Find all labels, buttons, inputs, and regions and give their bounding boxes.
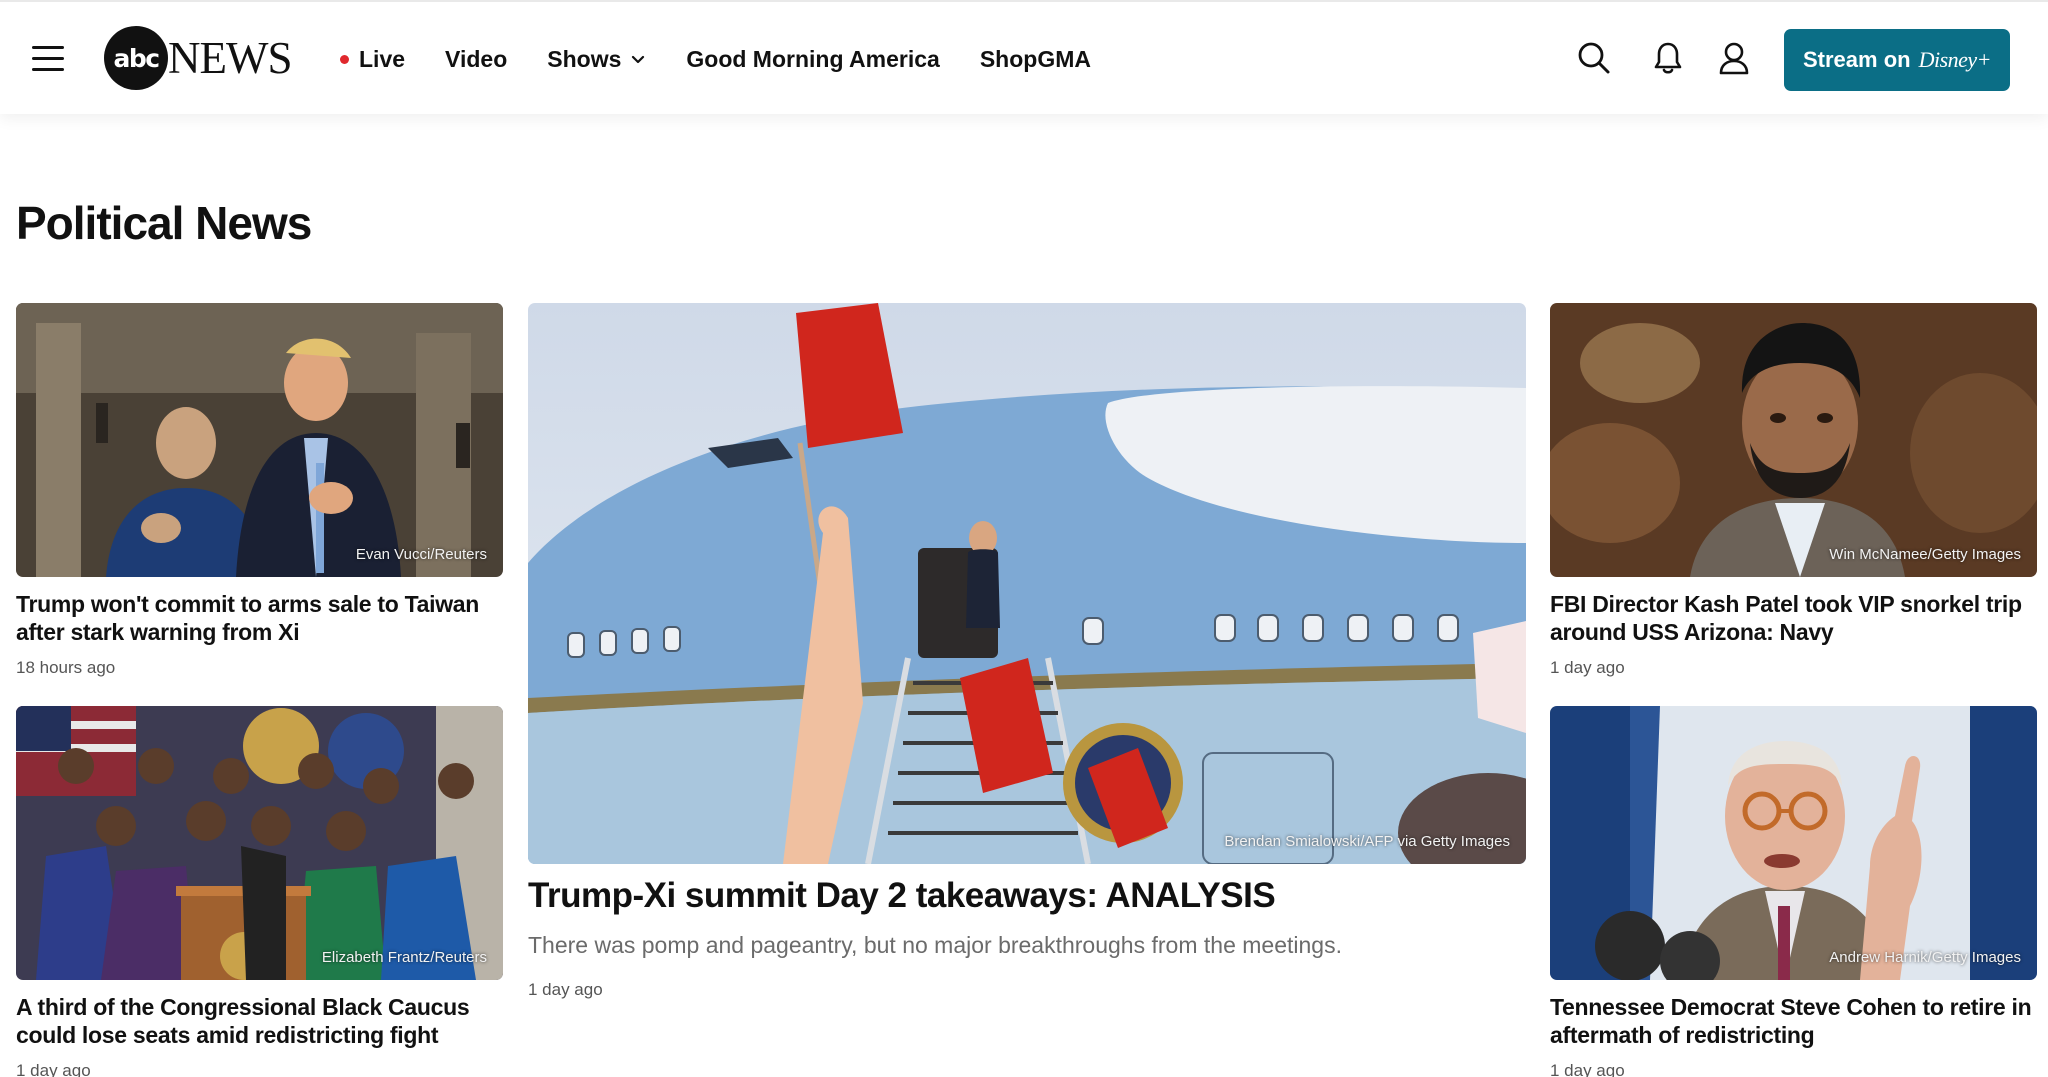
- story-headline-cohen[interactable]: Tennessee Democrat Steve Cohen to retire…: [1550, 993, 2048, 1049]
- stream-button-label: Stream on: [1802, 47, 1911, 72]
- section-title: Political News: [16, 197, 312, 249]
- nav-item-live-label: Live: [359, 45, 406, 72]
- nav-item-shopgma[interactable]: ShopGMA: [980, 46, 1091, 73]
- photo-credit: Win McNamee/Getty Images: [1829, 546, 2021, 563]
- bell-icon[interactable]: [1650, 40, 1686, 76]
- story-time-cbc: 1 day ago: [16, 1061, 91, 1077]
- site-header: abc NEWS Live Video Shows Good Morning A…: [0, 0, 2048, 114]
- story-time-taiwan: 18 hours ago: [16, 658, 116, 677]
- photo-patel-illustration: [1550, 303, 2037, 577]
- nav-item-shows-label: Shows: [547, 45, 622, 72]
- nav-item-video[interactable]: Video: [445, 46, 507, 73]
- photo-cohen-illustration: [1550, 706, 2037, 980]
- nav-item-gma[interactable]: Good Morning America: [686, 46, 939, 73]
- live-dot-icon: [340, 54, 349, 64]
- main-nav: Live Video Shows Good Morning America Sh…: [340, 42, 1131, 76]
- photo-air-force-one-illustration: [528, 303, 1526, 864]
- story-headline-cbc[interactable]: A third of the Congressional Black Caucu…: [16, 993, 516, 1049]
- user-icon[interactable]: [1716, 40, 1752, 76]
- chevron-down-icon: [632, 55, 645, 64]
- story-image-taiwan[interactable]: Evan Vucci/Reuters: [16, 303, 503, 577]
- nav-item-live[interactable]: Live: [340, 46, 405, 73]
- photo-credit: Brendan Smialowski/AFP via Getty Images: [1224, 833, 1510, 850]
- photo-caucus-illustration: [16, 706, 503, 980]
- story-image-cohen[interactable]: Andrew Harnik/Getty Images: [1550, 706, 2037, 980]
- logo-wordmark: NEWS: [168, 32, 292, 83]
- story-image-cbc[interactable]: Elizabeth Frantz/Reuters: [16, 706, 503, 980]
- story-image-patel[interactable]: Win McNamee/Getty Images: [1550, 303, 2037, 577]
- story-headline-patel[interactable]: FBI Director Kash Patel took VIP snorkel…: [1550, 590, 2048, 646]
- story-headline-taiwan[interactable]: Trump won't commit to arms sale to Taiwa…: [16, 590, 516, 646]
- disney-plus-logo: Disney+: [1918, 47, 1992, 72]
- photo-trump-xi-illustration: [16, 303, 503, 577]
- story-time-featured: 1 day ago: [528, 980, 603, 999]
- story-image-featured[interactable]: Brendan Smialowski/AFP via Getty Images: [528, 303, 1526, 864]
- nav-item-video-label: Video: [445, 45, 508, 72]
- nav-item-gma-label: Good Morning America: [686, 45, 940, 72]
- photo-credit: Elizabeth Frantz/Reuters: [321, 949, 487, 966]
- story-headline-featured[interactable]: Trump-Xi summit Day 2 takeaways: ANALYSI…: [528, 876, 1518, 916]
- stream-on-disney-plus-button[interactable]: Stream on Disney+: [1784, 29, 2010, 91]
- story-summary-featured: There was pomp and pageantry, but no maj…: [528, 932, 1342, 958]
- search-icon[interactable]: [1576, 40, 1612, 76]
- story-time-patel: 1 day ago: [1550, 658, 1625, 677]
- story-time-cohen: 1 day ago: [1550, 1061, 1625, 1077]
- nav-item-shopgma-label: ShopGMA: [979, 45, 1091, 72]
- photo-credit: Andrew Harnik/Getty Images: [1829, 949, 2021, 966]
- photo-credit: Evan Vucci/Reuters: [355, 546, 487, 563]
- abc-news-logo[interactable]: abc NEWS: [104, 26, 292, 90]
- nav-item-shows[interactable]: Shows: [547, 46, 646, 73]
- hamburger-icon[interactable]: [32, 46, 64, 74]
- abc-logo-mark: abc: [104, 26, 168, 90]
